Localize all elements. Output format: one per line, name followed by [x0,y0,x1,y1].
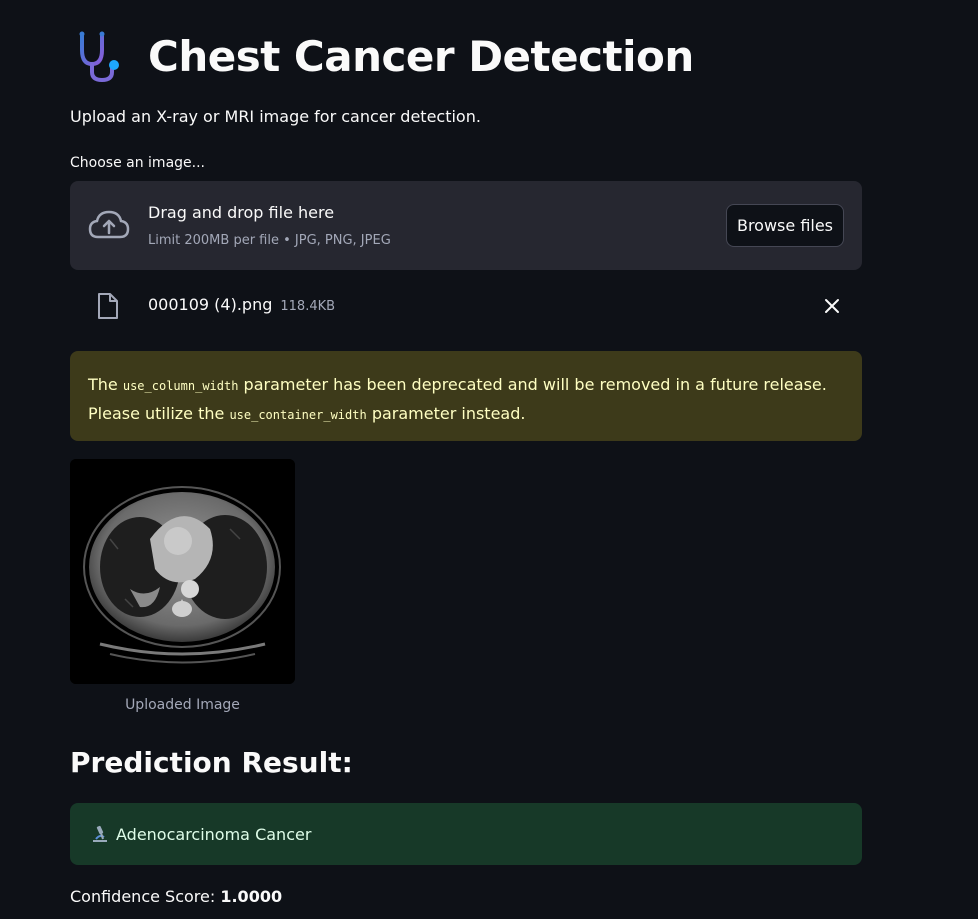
browse-files-button[interactable]: Browse files [726,204,844,247]
file-size: 118.4KB [280,299,336,314]
image-caption: Uploaded Image [125,697,240,713]
warning-text-suffix: parameter instead. [371,404,526,423]
app-page: Chest Cancer Detection Upload an X-ray o… [0,0,978,919]
warning-text-prefix: The [88,375,118,394]
file-name: 000109 (4).png [148,295,273,314]
prediction-heading: Prediction Result: [70,746,353,779]
dropzone-instructions: Drag and drop file here [148,203,335,222]
dropzone-limit-text: Limit 200MB per file • JPG, PNG, JPEG [148,233,391,248]
microscope-icon [93,825,107,842]
file-icon [98,293,118,319]
cloud-upload-icon [88,210,130,239]
stethoscope-icon [79,31,119,83]
warning-code-column-width: use_column_width [122,379,239,393]
confidence-score: Confidence Score: 1.0000 [70,887,282,906]
file-dropzone[interactable]: Drag and drop file here Limit 200MB per … [70,181,862,270]
prediction-label: Adenocarcinoma Cancer [116,824,312,844]
warning-code-container-width: use_container_width [229,408,367,422]
confidence-label: Confidence Score: [70,887,216,906]
uploaded-ct-scan-image [70,459,295,684]
page-subtitle: Upload an X-ray or MRI image for cancer … [70,107,481,126]
deprecation-warning: The use_column_width parameter has been … [70,351,862,441]
ct-scan-illustration [70,459,295,684]
uploaded-file-item: 000109 (4).png 118.4KB [70,284,862,328]
page-header: Chest Cancer Detection [70,24,694,88]
prediction-result-box: Adenocarcinoma Cancer [70,803,862,865]
confidence-value: 1.0000 [220,887,283,906]
page-title: Chest Cancer Detection [148,31,694,81]
close-icon[interactable] [822,296,842,316]
uploader-label: Choose an image... [70,155,205,171]
